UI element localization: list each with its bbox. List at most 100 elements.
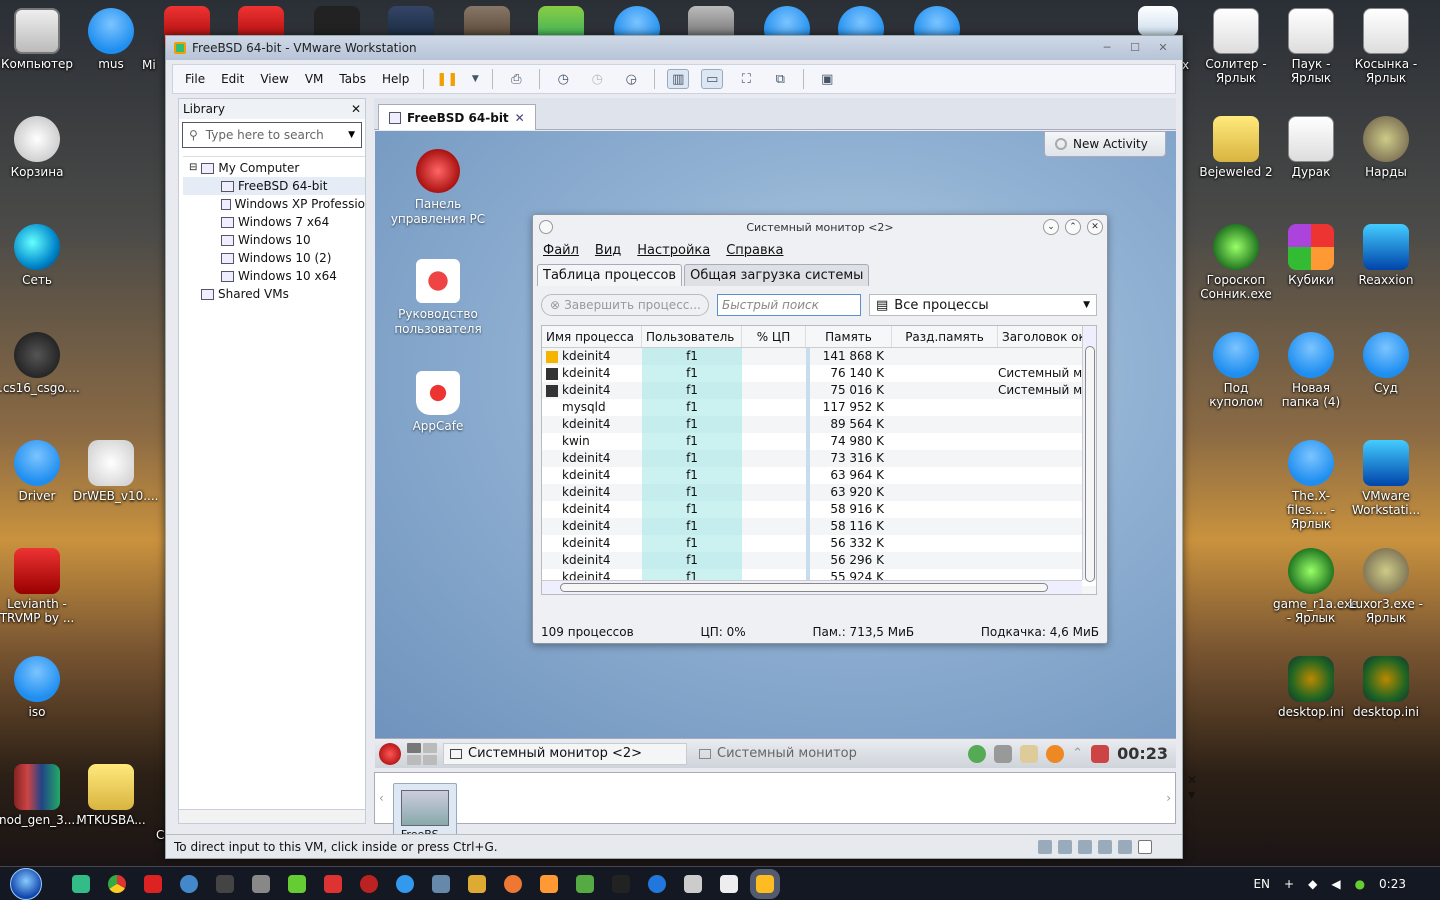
volume-icon[interactable]: ◀: [1331, 877, 1340, 891]
table-row[interactable]: kdeinit4 f1 56 332 K: [542, 535, 1096, 552]
word-doc-icon[interactable]: [1138, 6, 1178, 36]
window-menu-icon[interactable]: [539, 220, 553, 234]
desktop-icon-r17[interactable]: Luxor3.exe - Ярлык: [1348, 548, 1424, 625]
table-vscrollbar[interactable]: [1082, 326, 1096, 582]
maximize-icon[interactable]: ☐: [1122, 40, 1148, 56]
desktop-icon-l2-1[interactable]: DrWEB_v10....: [73, 440, 158, 503]
network-icon[interactable]: [1046, 744, 1065, 763]
table-row[interactable]: kdeinit4 f1 73 316 K: [542, 450, 1096, 467]
taskbar-app-icon[interactable]: [360, 874, 378, 893]
kill-process-button[interactable]: ⊗ Завершить процесс...: [541, 294, 709, 316]
table-row[interactable]: kdeinit4 f1 56 296 K: [542, 552, 1096, 569]
desktop-icon-r4[interactable]: Дурак: [1273, 116, 1349, 179]
col-window-title[interactable]: Заголовок ок: [998, 326, 1088, 347]
sysmon-titlebar[interactable]: Системный монитор <2> ⌄ ⌃ ✕: [533, 215, 1107, 239]
quick-search-input[interactable]: Быстрый поиск: [717, 294, 861, 316]
pause-icon[interactable]: ❚❚: [436, 69, 458, 89]
taskbar-app-icon[interactable]: [180, 874, 198, 893]
thumbnail-options-icon[interactable]: ▼: [1188, 791, 1195, 801]
table-row[interactable]: kdeinit4 f1 58 116 K: [542, 518, 1096, 535]
desktop-icon-4[interactable]: Driver: [0, 440, 75, 503]
taskbar-item-sysmon[interactable]: Системный монитор: [693, 743, 937, 765]
menu-settings[interactable]: Настройка: [637, 243, 710, 258]
col-memory[interactable]: Память: [806, 326, 892, 347]
menu-tabs[interactable]: Tabs: [333, 72, 372, 86]
tab-process-table[interactable]: Таблица процессов: [537, 264, 683, 286]
device-icon[interactable]: [994, 744, 1013, 763]
col-user[interactable]: Пользователь: [642, 326, 742, 347]
table-row[interactable]: kdeinit4 f1 75 016 K Системный м: [542, 382, 1096, 399]
console-view-icon[interactable]: ▣: [816, 69, 838, 89]
desktop-icon-r16[interactable]: game_r1a.exe - Ярлык: [1273, 548, 1358, 625]
message-icon[interactable]: [1138, 839, 1152, 854]
maximize-icon[interactable]: ⌃: [1065, 219, 1081, 235]
chrome-icon[interactable]: [108, 874, 126, 893]
vmware-taskbar-icon[interactable]: [750, 868, 780, 899]
table-row[interactable]: kdeinit4 f1 141 868 K: [542, 348, 1096, 365]
network-adapter-icon[interactable]: [1078, 839, 1092, 854]
window-titlebar[interactable]: FreeBSD 64-bit - VMware Workstation ─ ☐ …: [166, 36, 1182, 60]
fullscreen-icon[interactable]: ⛶: [735, 69, 757, 89]
taskbar-app-icon[interactable]: [324, 874, 342, 893]
dropdown-arrow-icon[interactable]: ▼: [348, 130, 355, 140]
sound-icon[interactable]: [1118, 839, 1132, 854]
guest-icon-manual[interactable]: Руководство пользователя: [390, 259, 486, 337]
close-library-icon[interactable]: ✕: [351, 102, 361, 116]
scroll-right-icon[interactable]: ›: [1166, 791, 1171, 805]
tree-item[interactable]: Windows XP Professio: [183, 195, 365, 213]
taskbar-app-icon[interactable]: [396, 874, 414, 893]
guest-icon-control-panel[interactable]: Панель управления PC: [390, 149, 486, 227]
desktop-icon-r10[interactable]: Новая папка (4): [1273, 332, 1349, 409]
desktop-icon-r6[interactable]: Гороскоп Сонник.exe: [1198, 224, 1274, 301]
menu-file[interactable]: File: [179, 72, 211, 86]
kde-menu-icon[interactable]: [379, 742, 401, 765]
send-ctrl-alt-del-icon[interactable]: ⎙: [505, 69, 527, 89]
tree-item[interactable]: ⊟ My Computer: [183, 159, 365, 177]
menu-help[interactable]: Help: [376, 72, 415, 86]
firefox-icon[interactable]: [504, 874, 522, 893]
snapshot-manager-icon[interactable]: ◶: [620, 69, 642, 89]
unity-icon[interactable]: ⧉: [769, 69, 791, 89]
desktop-icon-r19[interactable]: desktop.ini: [1273, 656, 1349, 719]
guest-icon-appcafe[interactable]: AppCafe: [390, 371, 486, 434]
hdd-icon[interactable]: [1038, 839, 1052, 854]
show-library-icon[interactable]: ▥: [667, 69, 690, 89]
new-activity-button[interactable]: New Activity: [1044, 131, 1166, 157]
desktop-icon-r11[interactable]: Суд: [1348, 332, 1424, 395]
taskbar-app-icon[interactable]: [432, 874, 450, 893]
menu-file[interactable]: Файл: [543, 243, 579, 258]
tree-item[interactable]: Windows 10 x64: [183, 267, 365, 285]
desktop-icon-r7[interactable]: Кубики: [1273, 224, 1349, 287]
desktop-icon-r13[interactable]: The.X-files.... - Ярлык: [1273, 440, 1349, 531]
taskbar-app-icon[interactable]: [288, 874, 306, 893]
menu-view[interactable]: View: [254, 72, 294, 86]
desktop-icon-r3[interactable]: Bejeweled 2: [1198, 116, 1274, 179]
desktop-icon-5[interactable]: Levianth - TRVMP by ...: [0, 548, 75, 625]
shutdown-icon[interactable]: [1091, 744, 1110, 763]
close-thumbnails-icon[interactable]: ✕: [1187, 773, 1197, 787]
table-row[interactable]: kdeinit4 f1 89 564 K: [542, 416, 1096, 433]
library-hscrollbar[interactable]: [179, 809, 365, 823]
update-check-icon[interactable]: [968, 744, 987, 763]
network-icon[interactable]: ◆: [1308, 877, 1317, 891]
tree-item[interactable]: Windows 10: [183, 231, 365, 249]
tray-app-icon[interactable]: ●: [1355, 877, 1365, 891]
menu-help[interactable]: Справка: [726, 243, 783, 258]
desktop-icon-r8[interactable]: Reaxxion: [1348, 224, 1424, 287]
clock[interactable]: 0:23: [1379, 877, 1406, 891]
desktop-icon-r5[interactable]: Нарды: [1348, 116, 1424, 179]
taskbar-app-icon[interactable]: [540, 874, 558, 893]
process-filter-select[interactable]: ▤ Все процессы ▼: [869, 294, 1097, 316]
menu-view[interactable]: Вид: [595, 243, 621, 258]
desktop-icon-3[interactable]: .cs16_csgo....: [0, 332, 80, 395]
desktop-icon-r9[interactable]: Под куполом: [1198, 332, 1274, 409]
table-row[interactable]: kdeinit4 f1 63 920 K: [542, 484, 1096, 501]
desktop-icon-7[interactable]: nod_gen_3....: [0, 764, 79, 827]
tree-item[interactable]: FreeBSD 64-bit: [183, 177, 365, 195]
tree-item[interactable]: Shared VMs: [183, 285, 365, 303]
taskbar-app-icon[interactable]: [612, 874, 630, 893]
desktop-icon-r20[interactable]: desktop.ini: [1348, 656, 1424, 719]
desktop-icon-l2-2[interactable]: MTKUSBA...: [73, 764, 149, 827]
desktop-icon-r0[interactable]: Солитер - Ярлык: [1198, 8, 1274, 85]
desktop-icon-6[interactable]: iso: [0, 656, 75, 719]
